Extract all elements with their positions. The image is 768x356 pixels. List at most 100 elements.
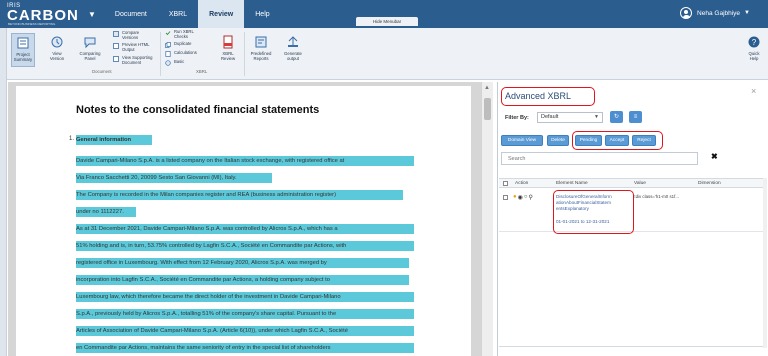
generate-output-button[interactable]: Generate output [280, 35, 306, 61]
output-icon [288, 36, 298, 47]
basic-button[interactable]: Basic [165, 59, 201, 66]
pending-button[interactable]: Pending [575, 135, 602, 146]
quick-help-button[interactable]: ? Quick Help [744, 35, 764, 61]
comparing-panel-label: Comparing Panel [79, 51, 101, 61]
quick-help-label: Quick Help [748, 51, 760, 61]
ribbon-divider [244, 32, 245, 76]
close-icon[interactable]: × [751, 86, 756, 96]
version-icon [51, 36, 63, 48]
predefined-reports-button[interactable]: Predefined Reports [247, 35, 275, 61]
predefined-reports-label: Predefined Reports [250, 51, 272, 61]
app-window: IRIS CARBON BEYOND BUSINESS REPORTING ▼ … [0, 0, 768, 356]
filter-value: Default [541, 114, 559, 120]
scrollbar-thumb[interactable] [484, 98, 491, 120]
filter-options-button[interactable]: ≡ [629, 111, 642, 123]
tab-review[interactable]: Review [198, 0, 245, 28]
page-title: Notes to the consolidated financial stat… [76, 104, 320, 116]
user-menu[interactable]: Neha Gajbhiye ▼ [680, 7, 750, 19]
left-side-rail[interactable] [0, 28, 7, 356]
panel-scrollbar[interactable] [763, 178, 767, 348]
row-checkbox[interactable] [503, 195, 508, 200]
run-xbrl-checks-label: Run XBRL Checks [174, 29, 194, 39]
run-xbrl-checks-button[interactable]: Run XBRL Checks [165, 29, 201, 40]
text-line[interactable]: Via Franco Sacchetti 20, 20099 Sesto San… [76, 173, 272, 183]
scroll-up-icon[interactable]: ▲ [484, 85, 490, 91]
help-icon: ? [748, 36, 760, 48]
element-name-part: entsExplanatory [556, 206, 589, 211]
text-line[interactable]: 51% holding and is, in turn, 53.75% cont… [76, 241, 414, 251]
document-scrollbar[interactable]: ▲ [481, 82, 493, 356]
text-line[interactable]: The Company is recorded in the Milan com… [76, 190, 403, 200]
list-icon: ≡ [633, 114, 638, 120]
table-header [499, 178, 763, 188]
refresh-button[interactable]: ↻ [610, 111, 623, 123]
generate-output-label: Generate output [284, 51, 302, 61]
preview-html-label: Preview HTML Output [122, 42, 150, 52]
xbrl-review-button[interactable]: XBRL Review [215, 35, 241, 61]
tab-document[interactable]: Document [104, 0, 158, 28]
column-header-element-name[interactable]: Element Name [556, 181, 588, 186]
domain-view-button[interactable]: Domain View [501, 135, 543, 146]
view-icon[interactable]: ◉ [518, 194, 523, 201]
text-line[interactable]: As at 31 December 2021, Davide Campari-M… [76, 224, 414, 234]
location-pin-icon[interactable]: ⚲ [529, 194, 533, 201]
comment-icon[interactable]: ○ [524, 194, 528, 201]
column-header-dimension[interactable]: Dimension [698, 181, 721, 186]
comparing-panel-button[interactable]: Comparing Panel [77, 35, 103, 61]
accept-button[interactable]: Accept [605, 135, 629, 146]
view-version-button[interactable]: View Version [45, 35, 69, 61]
pdf-review-icon [223, 35, 233, 49]
calculator-icon [165, 51, 171, 57]
delete-button[interactable]: Delete [547, 135, 569, 146]
tab-help[interactable]: Help [244, 0, 280, 28]
calculations-button[interactable]: Calculations [165, 50, 201, 57]
text-line[interactable]: Luxembourg law, which therefore became t… [76, 292, 414, 302]
filter-select[interactable]: Default ▼ [537, 112, 603, 123]
filter-label: Filter By: [505, 115, 529, 121]
check-icon [165, 31, 171, 36]
warning-icon[interactable]: ● [513, 194, 517, 201]
project-summary-button[interactable]: Project Summary [11, 33, 35, 67]
basic-icon [165, 60, 171, 66]
preview-html-button[interactable]: Preview HTML Output [113, 42, 153, 53]
text-line[interactable]: incorporation into Lagfin S.C.A., Sociét… [76, 275, 409, 285]
view-supporting-document-button[interactable]: View Supporting Document [113, 55, 157, 66]
logo-tagline: BEYOND BUSINESS REPORTING [8, 22, 56, 26]
text-line[interactable]: S.p.A., previously held by Alicros S.p.A… [76, 309, 414, 319]
compare-versions-button[interactable]: Compare Versions [113, 30, 151, 41]
duplicate-button[interactable]: Duplicate [165, 41, 201, 48]
clear-search-icon[interactable]: ✖ [711, 152, 718, 161]
group-label-xbrl: XBRL [196, 69, 208, 74]
iris-carbon-logo[interactable]: IRIS CARBON BEYOND BUSINESS REPORTING [0, 0, 90, 28]
section-heading[interactable]: General information [76, 135, 152, 145]
text-line[interactable]: en Commandite par Actions, maintains the… [76, 343, 414, 353]
comments-icon [84, 37, 96, 49]
select-all-checkbox[interactable] [503, 181, 508, 186]
element-name-link[interactable]: DisclosureOfGeneralInform ationAboutFina… [556, 194, 612, 212]
column-header-action[interactable]: Action [515, 181, 528, 186]
xbrl-review-label: XBRL Review [220, 51, 236, 61]
text-line[interactable]: registered office in Luxembourg. With ef… [76, 258, 409, 268]
divider [499, 346, 763, 347]
report-icon [255, 36, 267, 48]
tab-xbrl[interactable]: XBRL [158, 0, 198, 28]
column-header-value[interactable]: Value [634, 181, 646, 186]
search-input[interactable] [501, 152, 698, 165]
duplicate-label: Duplicate [174, 41, 192, 46]
user-name: Neha Gajbhiye [697, 9, 741, 17]
user-avatar-icon [680, 7, 693, 19]
preview-icon [113, 43, 119, 49]
panel-title: Advanced XBRL [501, 87, 595, 106]
chevron-down-icon: ▼ [594, 114, 599, 120]
reject-button[interactable]: Reject [632, 135, 656, 146]
section-number: 1. [69, 136, 75, 142]
hide-menubar-button[interactable]: Hide Menubar [356, 17, 418, 26]
document-icon [113, 56, 119, 62]
text-line[interactable]: Davide Campari-Milano S.p.A. is a listed… [76, 156, 414, 166]
svg-text:?: ? [752, 38, 757, 47]
text-line[interactable]: under no 1112227. [76, 207, 136, 217]
text-line[interactable]: Articles of Association of Davide Campar… [76, 326, 414, 336]
view-supporting-label: View Supporting Document [122, 55, 153, 65]
element-period: 01-01-2021 to 12-31-2021 [556, 219, 610, 224]
summary-icon [17, 37, 29, 49]
